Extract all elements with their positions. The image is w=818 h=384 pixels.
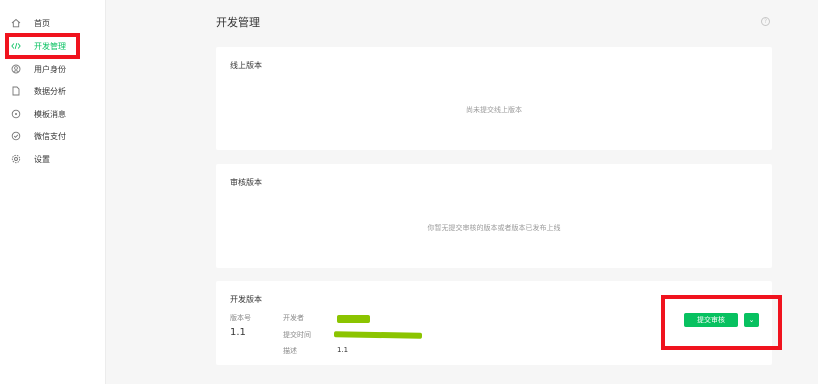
sidebar-item-label: 用户身份 bbox=[34, 64, 66, 74]
check-circle-icon bbox=[11, 131, 21, 141]
sidebar-item-settings[interactable]: 设置 bbox=[0, 149, 106, 169]
user-icon bbox=[11, 64, 21, 74]
help-icon[interactable]: ? bbox=[761, 17, 770, 26]
document-icon bbox=[11, 86, 21, 96]
code-icon bbox=[11, 41, 21, 51]
online-version-empty: 尚未提交线上版本 bbox=[466, 106, 522, 114]
developer-label: 开发者 bbox=[283, 314, 304, 322]
review-version-empty: 你暂无提交审核的版本或者版本已发布上线 bbox=[427, 224, 561, 232]
message-icon bbox=[11, 109, 21, 119]
gear-icon bbox=[11, 154, 21, 164]
description-label: 描述 bbox=[283, 347, 297, 355]
redacted-developer-scribble bbox=[337, 315, 370, 323]
sidebar: 首页 开发管理 用户身份 数据分析 模板消息 微信支付 设置 bbox=[0, 0, 106, 384]
sidebar-item-label: 模板消息 bbox=[34, 109, 66, 119]
dev-version-title: 开发版本 bbox=[230, 295, 262, 304]
sidebar-item-label: 设置 bbox=[34, 154, 50, 164]
description-value: 1.1 bbox=[337, 346, 349, 354]
sidebar-item-home[interactable]: 首页 bbox=[0, 13, 106, 33]
chevron-down-icon: ⌄ bbox=[748, 316, 755, 324]
sidebar-item-label: 开发管理 bbox=[34, 41, 66, 51]
more-dropdown-button[interactable]: ⌄ bbox=[744, 313, 759, 327]
online-version-card: 线上版本 尚未提交线上版本 bbox=[216, 47, 772, 150]
online-version-title: 线上版本 bbox=[230, 61, 262, 70]
version-label: 版本号 bbox=[230, 314, 251, 322]
sidebar-item-dev-management[interactable]: 开发管理 bbox=[0, 36, 106, 56]
sidebar-item-data-analysis[interactable]: 数据分析 bbox=[0, 81, 106, 101]
version-value: 1.1 bbox=[230, 327, 246, 338]
submit-review-button[interactable]: 提交审核 bbox=[684, 313, 738, 327]
sidebar-item-user-identity[interactable]: 用户身份 bbox=[0, 59, 106, 79]
sidebar-item-template-message[interactable]: 模板消息 bbox=[0, 104, 106, 124]
sidebar-item-label: 数据分析 bbox=[34, 86, 66, 96]
sidebar-item-label: 微信支付 bbox=[34, 131, 66, 141]
page-title: 开发管理 bbox=[216, 16, 260, 29]
review-version-title: 审核版本 bbox=[230, 178, 262, 187]
sidebar-item-wechat-pay[interactable]: 微信支付 bbox=[0, 126, 106, 146]
review-version-card: 审核版本 你暂无提交审核的版本或者版本已发布上线 bbox=[216, 164, 772, 268]
submit-time-label: 提交时间 bbox=[283, 331, 311, 339]
sidebar-item-label: 首页 bbox=[34, 18, 50, 28]
home-icon bbox=[11, 18, 21, 28]
